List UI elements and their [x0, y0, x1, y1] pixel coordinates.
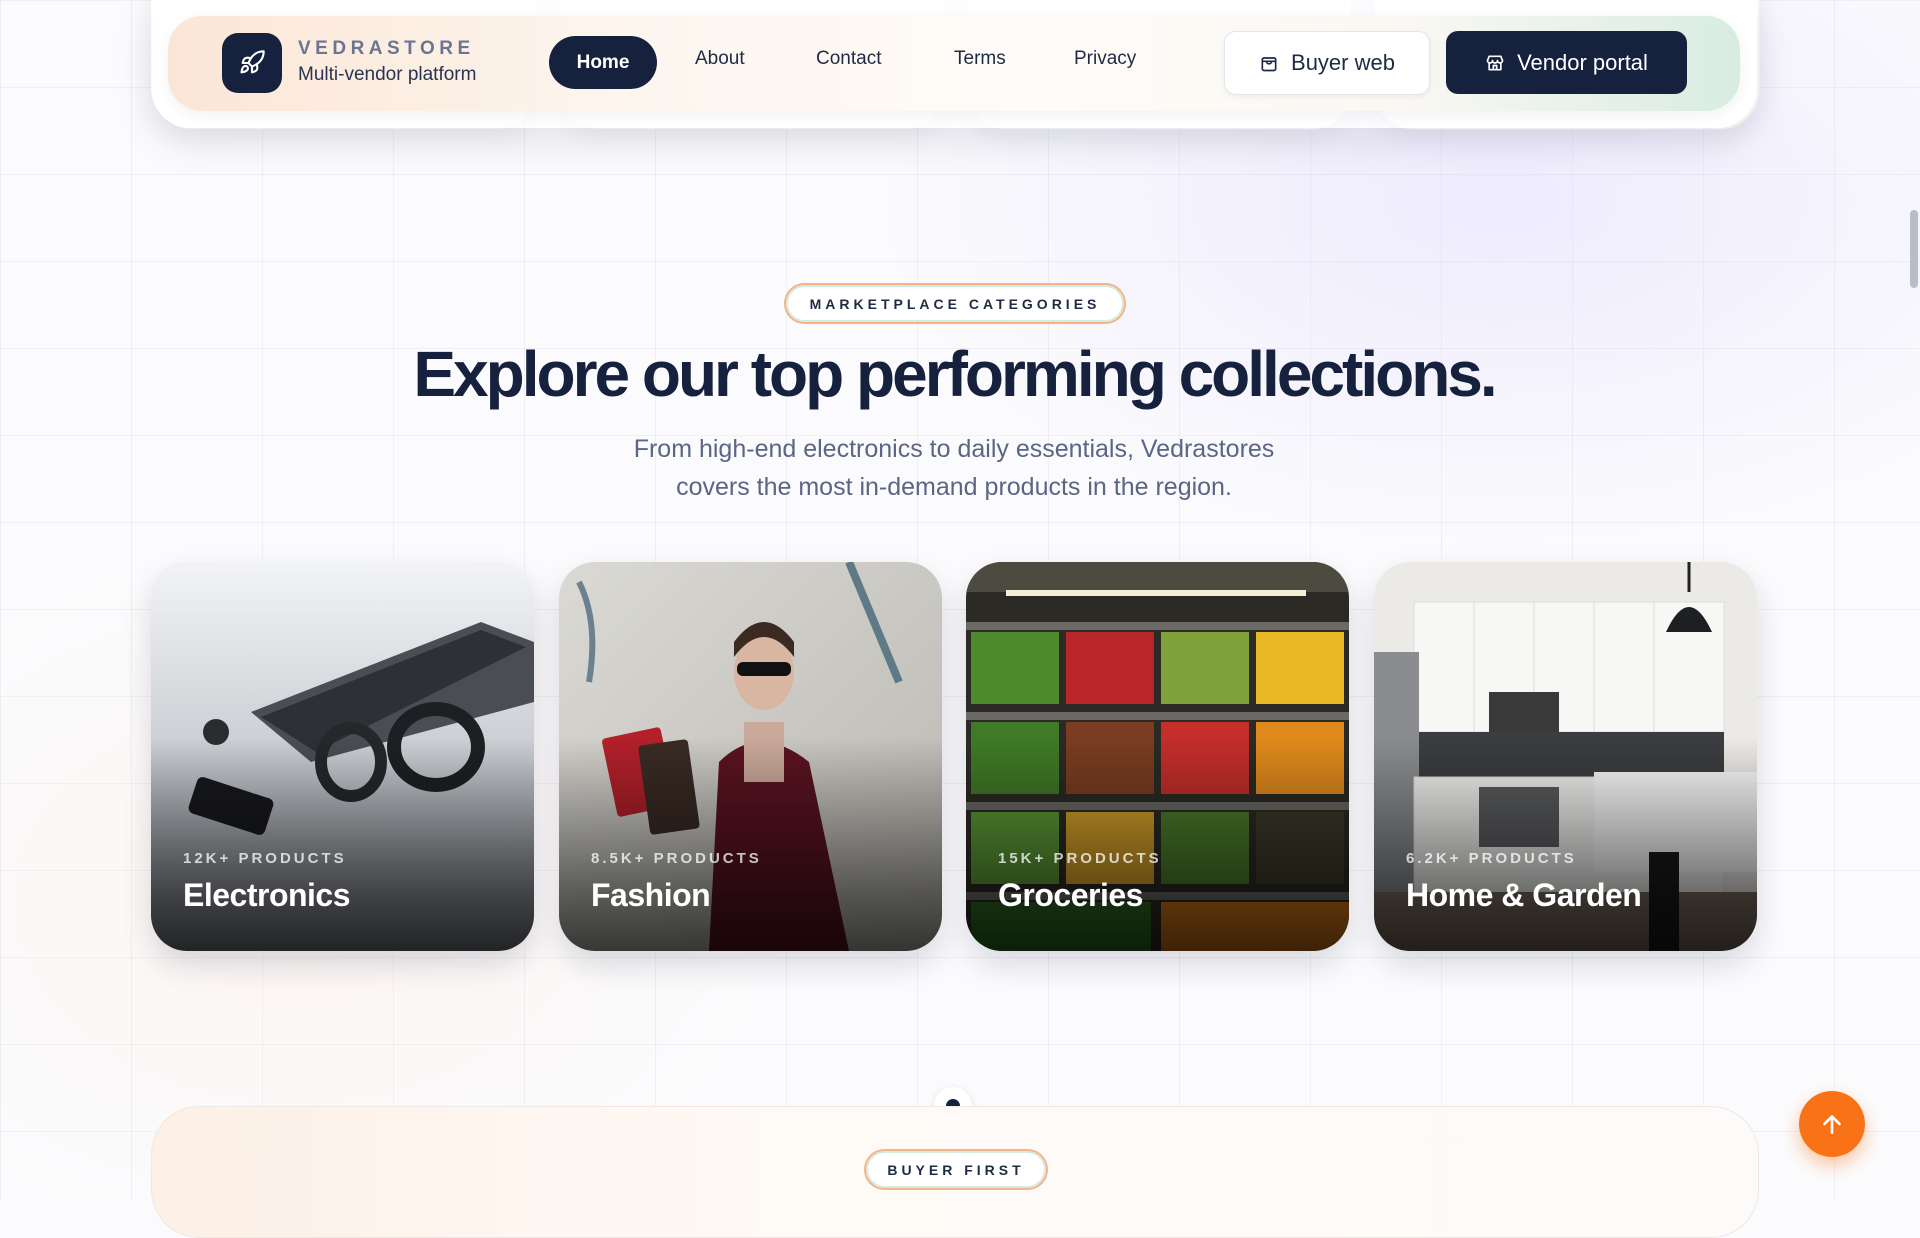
- category-count: 15K+ PRODUCTS: [998, 850, 1162, 867]
- category-title: Electronics: [183, 877, 351, 913]
- brand-tagline: Multi-vendor platform: [298, 64, 477, 85]
- brand-name: VEDRASTORE: [298, 38, 475, 59]
- category-title: Home & Garden: [1406, 877, 1642, 913]
- nav-link-terms[interactable]: Terms: [954, 48, 1006, 70]
- category-card-groceries[interactable]: 15K+ PRODUCTS Groceries: [966, 562, 1349, 951]
- scrollbar-thumb[interactable]: [1910, 210, 1918, 288]
- buyer-web-label: Buyer web: [1291, 50, 1395, 75]
- category-card-fashion[interactable]: 8.5K+ PRODUCTS Fashion: [559, 562, 942, 951]
- subtitle-line-2: covers the most in-demand products in th…: [676, 473, 1232, 501]
- nav-link-contact[interactable]: Contact: [816, 48, 881, 70]
- section-badge: MARKETPLACE CATEGORIES: [784, 283, 1126, 324]
- section-heading: Explore our top performing collections.: [413, 338, 1497, 410]
- section-subtitle: From high-end electronics to daily essen…: [600, 430, 1308, 506]
- vendor-portal-button[interactable]: Vendor portal: [1446, 31, 1687, 94]
- vendor-portal-label: Vendor portal: [1517, 49, 1648, 75]
- arrow-up-icon: [1823, 1115, 1841, 1134]
- rocket-icon: [240, 50, 265, 74]
- store-icon: [1486, 55, 1504, 70]
- scrollbar[interactable]: [1908, 0, 1920, 1200]
- category-count: 12K+ PRODUCTS: [183, 850, 347, 867]
- category-card-home-garden[interactable]: 6.2K+ PRODUCTS Home & Garden: [1374, 562, 1757, 951]
- subtitle-line-1: From high-end electronics to daily essen…: [633, 435, 1275, 463]
- category-card-electronics[interactable]: 12K+ PRODUCTS Electronics: [151, 562, 534, 951]
- nav-link-about[interactable]: About: [695, 48, 745, 70]
- nav-link-privacy[interactable]: Privacy: [1074, 48, 1136, 70]
- category-count: 8.5K+ PRODUCTS: [591, 850, 762, 867]
- category-title: Fashion: [591, 877, 711, 913]
- category-title: Groceries: [998, 877, 1143, 913]
- brand-logo[interactable]: [222, 33, 282, 93]
- scroll-top-button[interactable]: [1799, 1091, 1865, 1157]
- nav-link-home[interactable]: Home: [549, 36, 657, 89]
- buyer-first-badge: BUYER FIRST: [864, 1149, 1048, 1190]
- category-count: 6.2K+ PRODUCTS: [1406, 850, 1577, 867]
- buyer-web-button[interactable]: Buyer web: [1224, 31, 1430, 95]
- shopping-bag-icon: [1261, 57, 1277, 72]
